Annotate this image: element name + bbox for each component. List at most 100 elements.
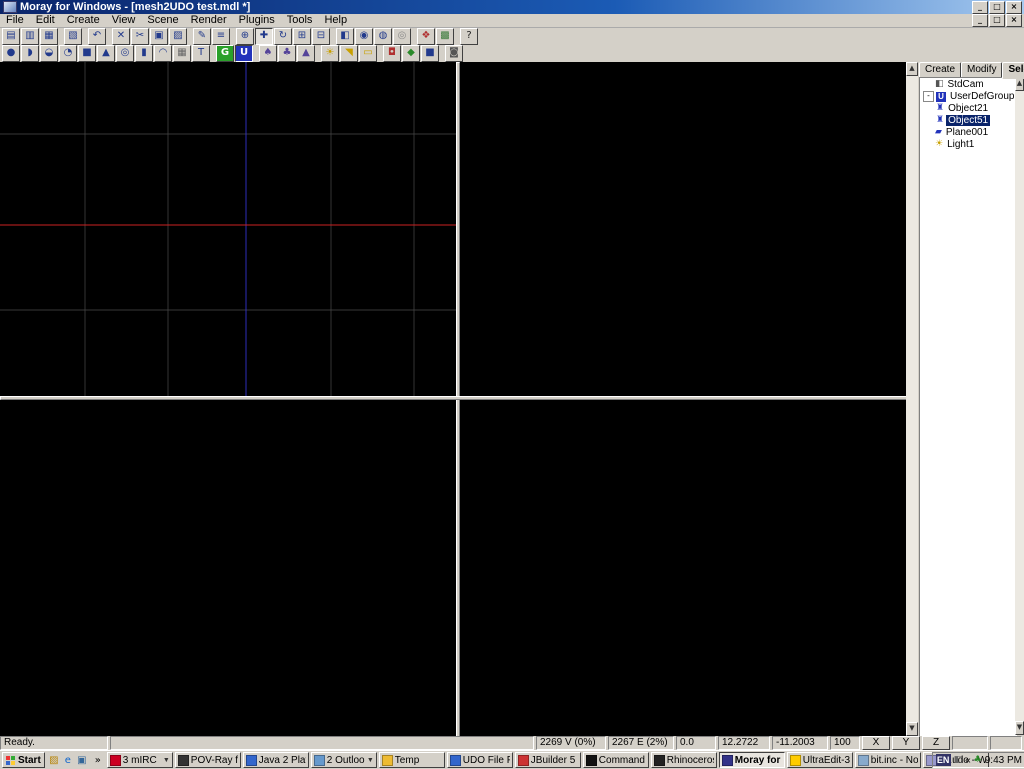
grid-button[interactable]: G (216, 45, 234, 62)
save-button[interactable]: ▦ (40, 28, 58, 45)
task-udo-file-fo[interactable]: UDO File Fo... (447, 752, 513, 768)
tab-select[interactable]: Select (1002, 62, 1024, 79)
close-icon[interactable]: × (1006, 1, 1022, 14)
title-bar[interactable]: Moray for Windows - [mesh2UDO test.mdl *… (0, 0, 1024, 14)
tree-item-plane001[interactable]: ▰Plane001 (920, 127, 1016, 138)
scroll-up-icon[interactable]: ▲ (1015, 77, 1024, 91)
task-ultraedit-32[interactable]: UltraEdit-32 (787, 752, 853, 768)
viewport-top[interactable] (0, 400, 456, 736)
menu-view[interactable]: View (106, 14, 142, 27)
pan-button[interactable]: ⊕ (236, 28, 254, 45)
sphere-button[interactable]: ● (2, 45, 20, 62)
menu-create[interactable]: Create (61, 14, 106, 27)
quicklaunch-desktop-icon[interactable]: ▣ (75, 754, 89, 767)
udo-button[interactable]: U (235, 45, 253, 62)
tree-item-object51[interactable]: ♜Object51 (920, 115, 1016, 126)
scroll-down-icon[interactable]: ▼ (906, 722, 918, 736)
disc-button[interactable]: ◔ (59, 45, 77, 62)
tree-item-userdefgroup1[interactable]: -UUserDefGroup1 (920, 91, 1016, 102)
maximize-icon[interactable]: □ (989, 14, 1005, 27)
menu-edit[interactable]: Edit (30, 14, 61, 27)
scene-tree[interactable]: ◧StdCam-UUserDefGroup1♜Object21♜Object51… (919, 77, 1017, 737)
close-icon[interactable]: × (1006, 14, 1022, 27)
camera-button[interactable]: ■ (421, 45, 439, 62)
copy-button[interactable]: ▣ (150, 28, 168, 45)
sor-button[interactable]: ◗ (21, 45, 39, 62)
task-rhinoceros[interactable]: Rhinoceros ... (651, 752, 717, 768)
viewport-scrollbar[interactable]: ▲ ▼ (906, 62, 918, 736)
task-moray-for[interactable]: Moray for ... (719, 752, 785, 768)
task-command-p[interactable]: Command P... (583, 752, 649, 768)
materials-button[interactable]: ◘ (383, 45, 401, 62)
maximize-icon[interactable]: □ (989, 1, 1005, 14)
task-jbuilder-5[interactable]: JBuilder 5 - ... (515, 752, 581, 768)
render-view-button[interactable]: ◉ (355, 28, 373, 45)
help-button[interactable]: ? (460, 28, 478, 45)
tab-create[interactable]: Create (919, 62, 961, 78)
area-light-button[interactable]: ▭ (359, 45, 377, 62)
minimize-icon[interactable]: _ (972, 14, 988, 27)
render-image-button[interactable]: ▩ (436, 28, 454, 45)
biped-button[interactable]: ♣ (278, 45, 296, 62)
open-button[interactable]: ▥ (21, 28, 39, 45)
spot-light-button[interactable]: ◥ (340, 45, 358, 62)
arch-button[interactable]: ◠ (154, 45, 172, 62)
dual-view-button[interactable]: ⊟ (312, 28, 330, 45)
scroll-down-icon[interactable]: ▼ (1015, 721, 1024, 735)
conifer-button[interactable]: ▲ (297, 45, 315, 62)
quicklaunch-internet-explorer-icon[interactable]: e (61, 754, 75, 767)
menu-help[interactable]: Help (318, 14, 353, 27)
viewport-front[interactable] (0, 62, 456, 396)
align-button[interactable]: ≡ (212, 28, 230, 45)
task-temp[interactable]: Temp (379, 752, 445, 768)
ellipsoid-button[interactable]: ◒ (40, 45, 58, 62)
cylinder-button[interactable]: ▮ (135, 45, 153, 62)
render-scene-button[interactable]: ◍ (374, 28, 392, 45)
task-3-mirc[interactable]: 3 mIRC▼ (107, 752, 173, 768)
scroll-up-icon[interactable]: ▲ (906, 62, 918, 76)
task-pov-ray-fo[interactable]: POV-Ray fo... (175, 752, 241, 768)
plugin-tools-button[interactable]: ❖ (417, 28, 435, 45)
viewport-side[interactable] (460, 62, 906, 396)
start-button[interactable]: Start (2, 752, 45, 768)
task-dropdown-icon[interactable]: ▼ (365, 757, 374, 764)
render-window-button[interactable]: ◧ (336, 28, 354, 45)
language-indicator[interactable]: EN (936, 754, 951, 766)
tree-button[interactable]: ♠ (259, 45, 277, 62)
menu-render[interactable]: Render (185, 14, 233, 27)
expander-icon[interactable]: - (923, 91, 934, 102)
undo-button[interactable]: ↶ (88, 28, 106, 45)
axis-x-button[interactable]: X (862, 736, 890, 750)
quicklaunch-folder-icon[interactable]: ▨ (47, 754, 61, 767)
menu-file[interactable]: File (0, 14, 30, 27)
axis-y-button[interactable]: Y (892, 736, 920, 750)
new-button[interactable]: ▤ (2, 28, 20, 45)
text-button[interactable]: T (192, 45, 210, 62)
mesh-button[interactable]: ▦ (173, 45, 191, 62)
menu-plugins[interactable]: Plugins (233, 14, 281, 27)
task-java-2-platf[interactable]: Java 2 Platf... (243, 752, 309, 768)
cut-button[interactable]: ✂ (131, 28, 149, 45)
task-bit-inc-not[interactable]: bit.inc - Not... (855, 752, 921, 768)
render-options-button[interactable]: ◙ (445, 45, 463, 62)
tab-modify[interactable]: Modify (961, 62, 1002, 78)
printer-tray-icon[interactable]: ◧ (954, 755, 963, 765)
tree-item-stdcam[interactable]: ◧StdCam (920, 79, 1016, 90)
menu-scene[interactable]: Scene (141, 14, 184, 27)
agent-tray-icon[interactable]: ♣ (974, 755, 982, 765)
torus-button[interactable]: ◎ (116, 45, 134, 62)
axis-z-button[interactable]: Z (922, 736, 950, 750)
tree-item-object21[interactable]: ♜Object21 (920, 103, 1016, 114)
tree-item-light1[interactable]: ☀Light1 (920, 139, 1016, 150)
color-maps-button[interactable]: ◆ (402, 45, 420, 62)
rotate-button[interactable]: ↻ (274, 28, 292, 45)
tray-collapse-icon[interactable]: « (965, 755, 971, 766)
quad-view-button[interactable]: ⊞ (293, 28, 311, 45)
task-dropdown-icon[interactable]: ▼ (161, 757, 170, 764)
render-pause-button[interactable]: ◎ (393, 28, 411, 45)
menu-tools[interactable]: Tools (281, 14, 319, 27)
quicklaunch-overflow-icon[interactable]: » (91, 754, 105, 767)
task-2-outlook[interactable]: 2 Outlook ...▼ (311, 752, 377, 768)
point-light-button[interactable]: ☀ (321, 45, 339, 62)
export-button[interactable]: ▧ (64, 28, 82, 45)
